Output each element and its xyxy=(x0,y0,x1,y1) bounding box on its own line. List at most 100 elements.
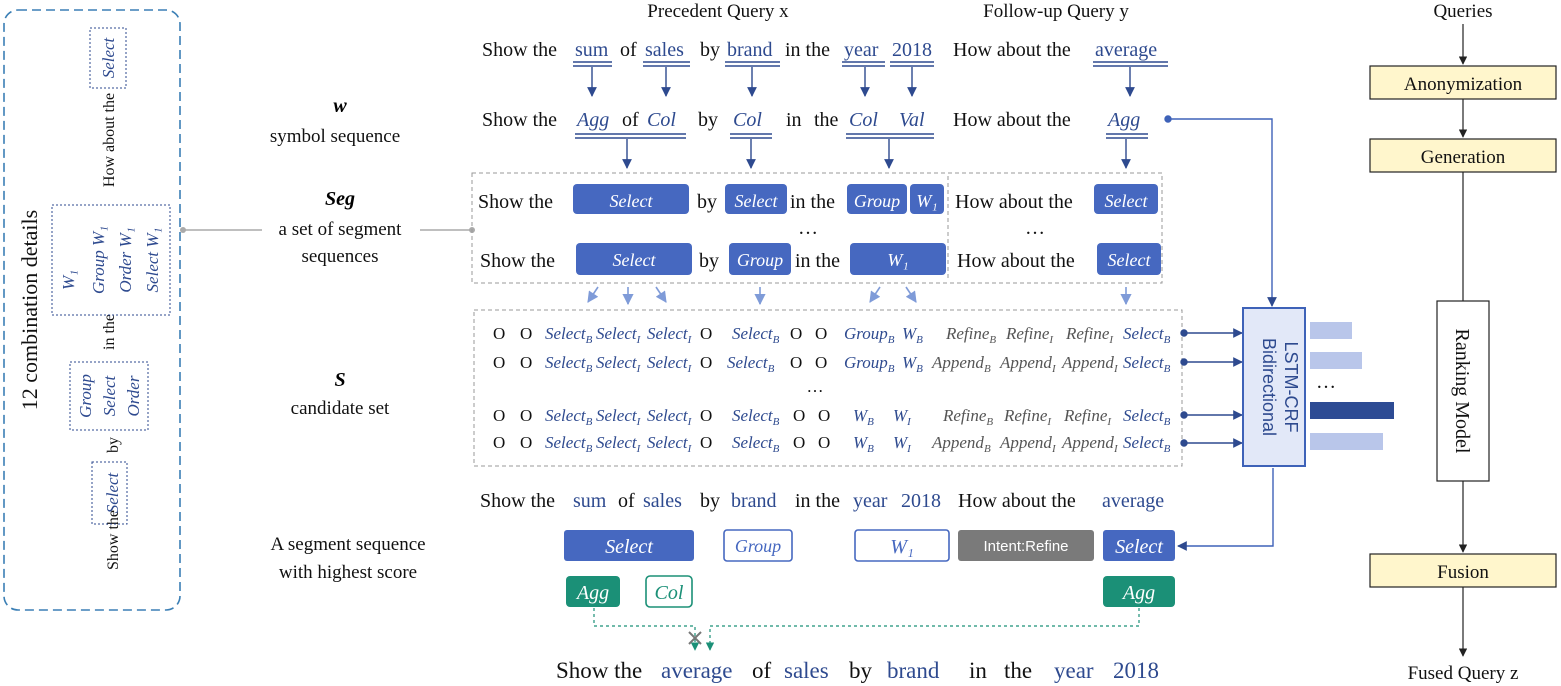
score-bar-1 xyxy=(1310,322,1352,339)
candidate-r3-t11: WI xyxy=(893,406,912,428)
seg2-select-1: Select xyxy=(613,250,657,270)
candidate-r4-t4: SelectI xyxy=(596,433,642,455)
generation-step: Generation xyxy=(1421,147,1506,168)
candidate-r1-t4: SelectI xyxy=(596,324,642,346)
seg2-w1: W₁ xyxy=(887,250,908,270)
candidate-r3-t15: SelectB xyxy=(1123,406,1171,428)
lp-by: by xyxy=(105,437,122,453)
q-in-the: in the xyxy=(785,39,830,61)
f-sales: sales xyxy=(784,658,829,683)
r-of: of xyxy=(618,490,635,512)
q-show-the: Show the xyxy=(482,39,557,61)
queries-label: Queries xyxy=(1433,1,1492,22)
candidate-r1-t6: O xyxy=(700,324,712,343)
candidate-r3-t10: WB xyxy=(853,406,874,428)
w-agg-2: Agg xyxy=(1106,109,1140,131)
best-agg: Agg xyxy=(575,582,609,604)
candidate-r4-t2: O xyxy=(520,433,532,452)
r-sales: sales xyxy=(643,490,682,512)
candidate-r3-t14: RefineI xyxy=(1063,406,1112,428)
w-col-3: Col xyxy=(849,109,878,131)
segment-set: Show the Select by Select in the Group W… xyxy=(471,172,1163,284)
candidate-r3-t12: RefineB xyxy=(942,406,993,428)
candidate-r4-t11: WI xyxy=(893,433,912,455)
candidate-r4-t13: AppendI xyxy=(999,433,1057,455)
f-the: the xyxy=(1004,658,1032,683)
seg2-select-2: Select xyxy=(1108,250,1152,270)
lp-group: Group xyxy=(76,374,95,418)
q-average: average xyxy=(1095,39,1157,61)
lp-w1: W₁ xyxy=(59,270,78,290)
seg-desc-2: sequences xyxy=(301,246,378,267)
best-col: Col xyxy=(655,582,684,604)
r-year: year xyxy=(853,490,888,512)
candidate-r4-t12: AppendB xyxy=(931,433,991,455)
seg2-how-about: How about the xyxy=(957,250,1075,272)
candidate-r1-t8: O xyxy=(790,324,802,343)
candidate-r1-t7: SelectB xyxy=(732,324,780,346)
seg-ellipsis-1: … xyxy=(798,217,818,239)
lp-select-w1: Select W₁ xyxy=(143,228,162,293)
combination-title: 12 combination details xyxy=(17,210,42,410)
r-sum: sum xyxy=(573,490,607,512)
candidate-r4-t3: SelectB xyxy=(545,433,593,455)
seg1-in-the: in the xyxy=(790,191,835,213)
seg1-group: Group xyxy=(854,191,900,211)
candidate-r2-t1: O xyxy=(493,353,505,372)
lstm-crf-box: Bidirectional LSTM-CRF xyxy=(1242,307,1306,467)
candidate-r1-t14: RefineI xyxy=(1065,324,1114,346)
score-bar-3 xyxy=(1310,402,1394,419)
f-show-the: Show the xyxy=(556,658,642,683)
f-year: year xyxy=(1054,658,1094,683)
best-intent: Intent:Refine xyxy=(983,538,1068,555)
w-col-1: Col xyxy=(647,109,676,131)
candidate-r3-t7: SelectB xyxy=(732,406,780,428)
lp-order: Order xyxy=(124,375,143,416)
r-average: average xyxy=(1102,490,1164,512)
candidate-r1-t15: SelectB xyxy=(1123,324,1171,346)
best-group: Group xyxy=(735,536,781,556)
candidate-r2-t3: SelectB xyxy=(545,353,593,375)
candidate-r4-t14: AppendI xyxy=(1061,433,1119,455)
w-in: in xyxy=(786,109,802,131)
candidate-r3-t4: SelectI xyxy=(596,406,642,428)
candidate-r2-t11: WB xyxy=(902,353,923,375)
lp-in-the: in the xyxy=(101,314,118,350)
seg1-select-1: Select xyxy=(610,191,654,211)
candidate-r1-t2: O xyxy=(520,324,532,343)
ranking-step: Ranking Model xyxy=(1451,329,1473,454)
candidate-r2-t14: AppendI xyxy=(1061,353,1119,375)
candidate-r2-t12: AppendB xyxy=(931,353,991,375)
lp-select-1: Select xyxy=(103,471,122,513)
candidate-r2-t6: O xyxy=(700,353,712,372)
candidate-set: O O SelectB SelectI SelectI O SelectB O O GroupB W… xyxy=(473,309,1183,467)
q-how-about: How about the xyxy=(953,39,1071,61)
w-by: by xyxy=(698,109,718,131)
candidate-r3-t3: SelectB xyxy=(545,406,593,428)
best-w1: W₁ xyxy=(890,536,914,558)
w-agg: Agg xyxy=(575,109,609,131)
candidate-r3-t5: SelectI xyxy=(647,406,693,428)
r-brand: brand xyxy=(731,490,777,512)
score-bar-4 xyxy=(1310,433,1383,450)
candidate-ellipsis: … xyxy=(807,377,824,396)
candidate-r3-t13: RefineI xyxy=(1003,406,1052,428)
q-sales: sales xyxy=(645,39,684,61)
candidate-r2-t9: O xyxy=(815,353,827,372)
candidate-r2-t5: SelectI xyxy=(647,353,693,375)
candidate-r1-t13: RefineI xyxy=(1005,324,1054,346)
candidate-r4-t6: O xyxy=(700,433,712,452)
seg-desc-1: a set of segment xyxy=(279,219,403,240)
candidate-r4-t8: O xyxy=(793,433,805,452)
candidate-r1-t5: SelectI xyxy=(647,324,693,346)
f-2018: 2018 xyxy=(1113,658,1159,683)
best-select-2: Select xyxy=(1115,536,1163,558)
f-in: in xyxy=(969,658,987,683)
seg1-select-3: Select xyxy=(1105,191,1149,211)
f-by: by xyxy=(849,658,873,683)
candidate-r3-t9: O xyxy=(818,406,830,425)
anonymization-step: Anonymization xyxy=(1404,74,1523,95)
r-in-the: in the xyxy=(795,490,840,512)
candidate-r2-t4: SelectI xyxy=(596,353,642,375)
candidate-r4-t15: SelectB xyxy=(1123,433,1171,455)
